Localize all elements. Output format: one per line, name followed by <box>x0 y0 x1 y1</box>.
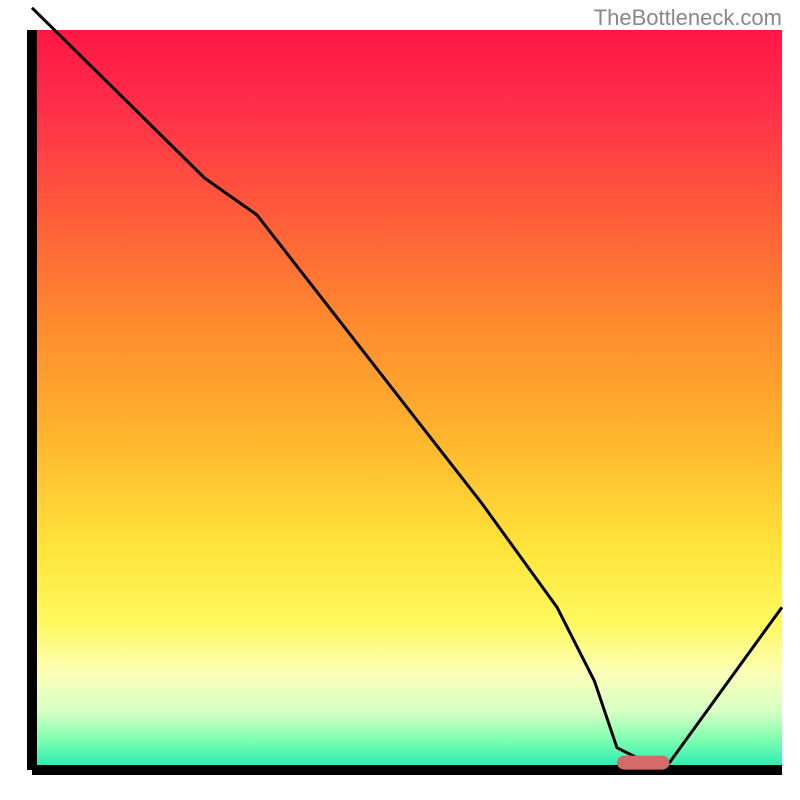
chart-container: TheBottleneck.com <box>0 0 800 800</box>
gradient-background <box>32 30 782 770</box>
watermark-text: TheBottleneck.com <box>594 5 782 31</box>
optimal-range-marker <box>617 756 670 770</box>
chart-svg <box>0 0 800 800</box>
